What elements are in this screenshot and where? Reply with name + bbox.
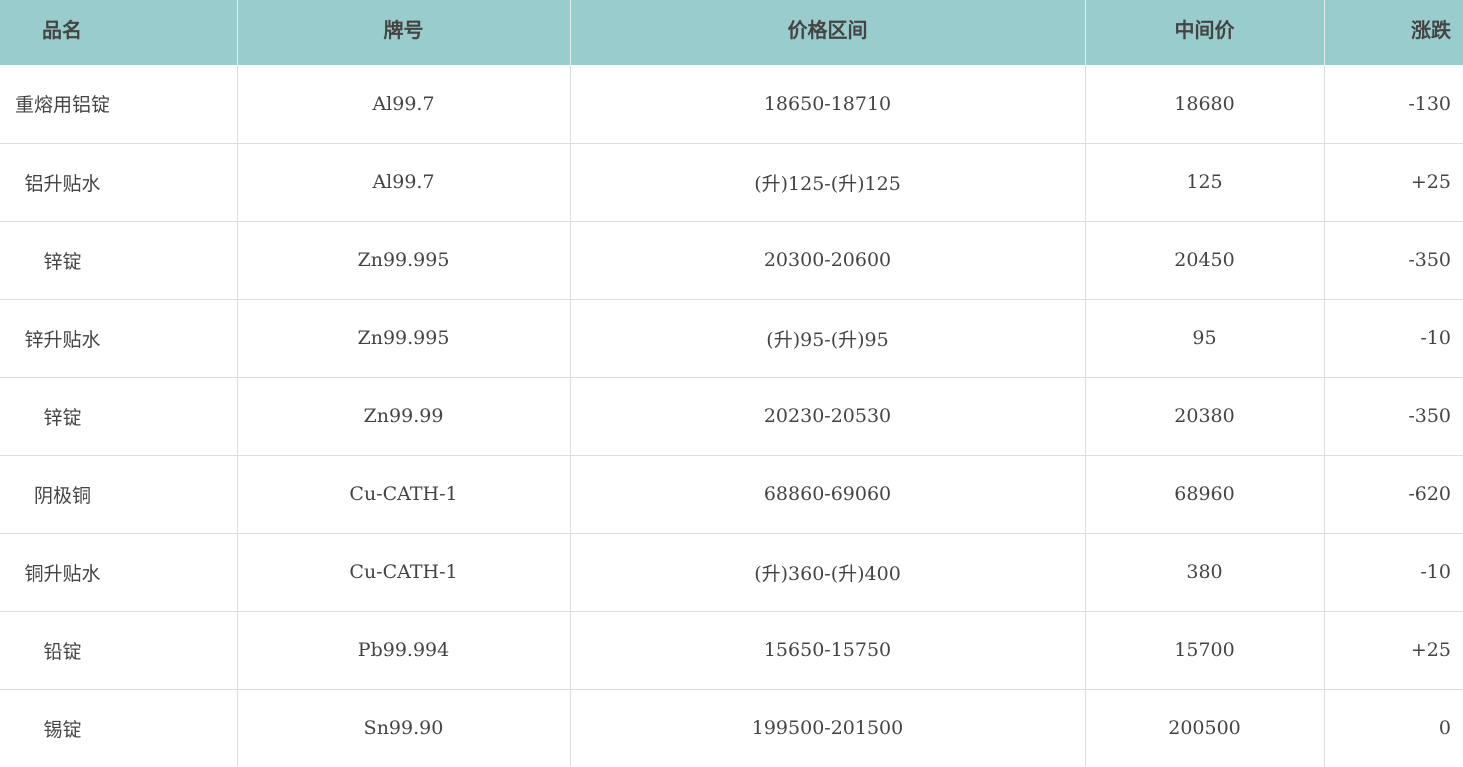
cell-grade: Al99.7	[237, 65, 571, 144]
cell-name: 锡锭	[0, 689, 238, 767]
cell-price-range: 20230-20530	[570, 377, 1086, 456]
cell-grade: Cu-CATH-1	[237, 533, 571, 612]
cell-name: 阴极铜	[0, 455, 238, 534]
cell-mid-price: 125	[1085, 143, 1325, 222]
cell-mid-price: 15700	[1085, 611, 1325, 690]
cell-price-range: 68860-69060	[570, 455, 1086, 534]
cell-mid-price: 380	[1085, 533, 1325, 612]
table-row: 阴极铜 Cu-CATH-1 68860-69060 68960 -620	[0, 455, 1463, 534]
table-header: 品名 牌号 价格区间 中间价 涨跌	[0, 0, 1463, 65]
cell-name: 铝升贴水	[0, 143, 238, 222]
price-table: 品名 牌号 价格区间 中间价 涨跌 重熔用铝锭 Al99.7 18650-187…	[0, 0, 1463, 767]
cell-mid-price: 18680	[1085, 65, 1325, 144]
header-row: 品名 牌号 价格区间 中间价 涨跌	[0, 0, 1463, 65]
cell-change: -350	[1324, 377, 1463, 456]
cell-name: 铅锭	[0, 611, 238, 690]
cell-price-range: 199500-201500	[570, 689, 1086, 767]
header-name: 品名	[0, 0, 238, 65]
header-mid-price: 中间价	[1085, 0, 1325, 65]
cell-name: 重熔用铝锭	[0, 65, 238, 144]
cell-mid-price: 20450	[1085, 221, 1325, 300]
cell-mid-price: 95	[1085, 299, 1325, 378]
cell-price-range: 20300-20600	[570, 221, 1086, 300]
table-row: 铜升贴水 Cu-CATH-1 (升)360-(升)400 380 -10	[0, 533, 1463, 612]
cell-change: 0	[1438, 717, 1451, 740]
cell-grade: Al99.7	[237, 143, 571, 222]
cell-price-range: 15650-15750	[570, 611, 1086, 690]
cell-price-range: (升)360-(升)400	[570, 533, 1086, 612]
table-row: 锡锭 Sn99.90 199500-201500 200500 0	[0, 689, 1463, 767]
cell-grade: Cu-CATH-1	[237, 455, 571, 534]
cell-name: 铜升贴水	[0, 533, 238, 612]
cell-name: 锌锭	[0, 377, 238, 456]
cell-grade: Zn99.99	[237, 377, 571, 456]
table-row: 锌升贴水 Zn99.995 (升)95-(升)95 95 -10	[0, 299, 1463, 378]
table-row: 重熔用铝锭 Al99.7 18650-18710 18680 -130	[0, 65, 1463, 144]
cell-price-range: (升)95-(升)95	[570, 299, 1086, 378]
table-row: 锌锭 Zn99.99 20230-20530 20380 -350	[0, 377, 1463, 456]
cell-grade: Zn99.995	[237, 221, 571, 300]
cell-change: -10	[1324, 533, 1463, 612]
header-change: 涨跌	[1324, 0, 1463, 65]
cell-price-range: (升)125-(升)125	[570, 143, 1086, 222]
cell-name: 锌锭	[0, 221, 238, 300]
table-row: 锌锭 Zn99.995 20300-20600 20450 -350	[0, 221, 1463, 300]
header-price-range: 价格区间	[570, 0, 1086, 65]
cell-change: -10	[1324, 299, 1463, 378]
cell-name: 锌升贴水	[0, 299, 238, 378]
cell-change: +25	[1324, 143, 1463, 222]
table-body: 重熔用铝锭 Al99.7 18650-18710 18680 -130 铝升贴水…	[0, 65, 1463, 767]
cell-change: -350	[1324, 221, 1463, 300]
cell-change: -620	[1324, 455, 1463, 534]
cell-grade: Pb99.994	[237, 611, 571, 690]
cell-change: +25	[1324, 611, 1463, 690]
cell-grade: Zn99.995	[237, 299, 571, 378]
cell-price-range: 18650-18710	[570, 65, 1086, 144]
header-grade: 牌号	[237, 0, 571, 65]
cell-change: -130	[1324, 65, 1463, 144]
cell-mid-price: 200500	[1085, 689, 1325, 767]
cell-mid-price: 20380	[1085, 377, 1325, 456]
cell-mid-price: 68960	[1085, 455, 1325, 534]
cell-grade: Sn99.90	[237, 689, 571, 767]
table-row: 铝升贴水 Al99.7 (升)125-(升)125 125 +25	[0, 143, 1463, 222]
table-row: 铅锭 Pb99.994 15650-15750 15700 +25	[0, 611, 1463, 690]
